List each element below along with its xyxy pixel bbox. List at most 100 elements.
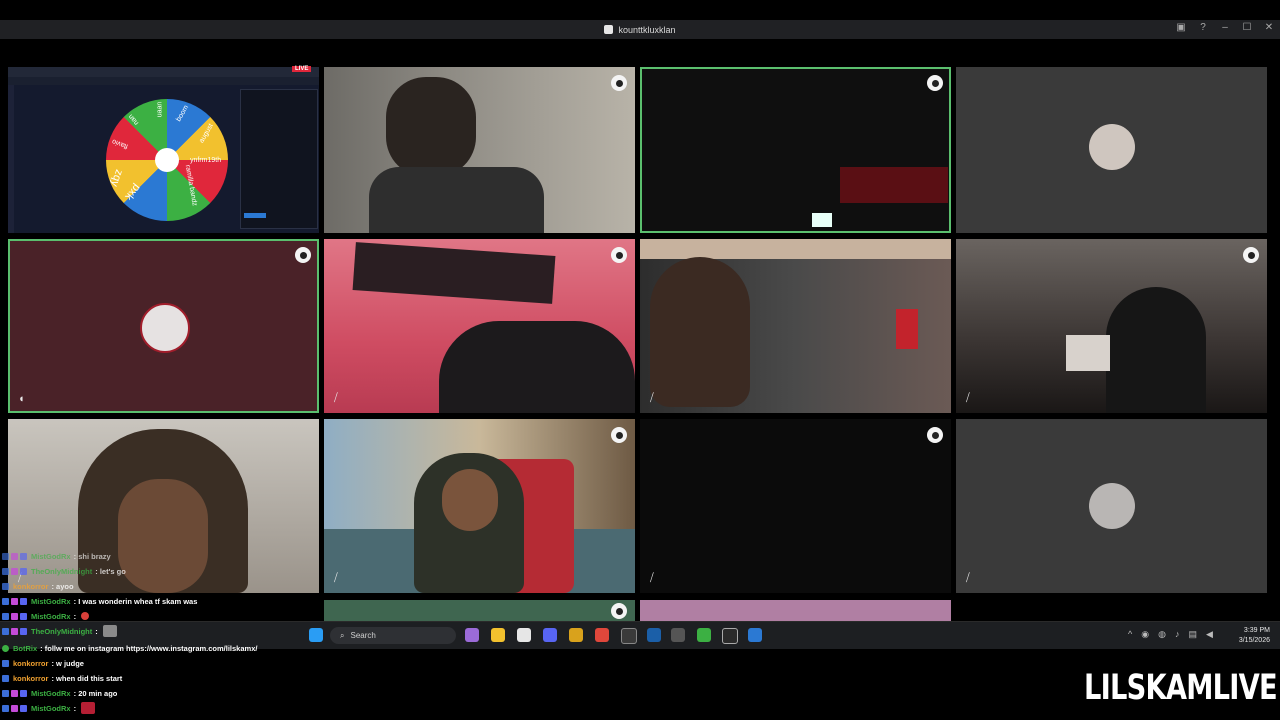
system-tray: ^ ◉ ◍ ♪ ▤ ◀ [1128, 629, 1213, 640]
minimize-button[interactable]: – [1220, 22, 1230, 33]
help-icon[interactable]: ? [1198, 22, 1208, 33]
wheel-label: uaan [156, 101, 164, 118]
volume-icon[interactable]: ◀ [1206, 629, 1213, 640]
pin-icon[interactable] [1243, 247, 1259, 263]
chat-username: konkorror [13, 581, 49, 591]
chat-message: konkorror: when did this start [2, 671, 122, 685]
discord-logo-icon [604, 25, 614, 34]
pin-icon[interactable] [611, 75, 627, 91]
obs-icon[interactable] [621, 628, 637, 644]
chat-username: MistGodRx [31, 551, 71, 561]
muted-mic-icon: ⧸ [334, 392, 338, 404]
chat-text: when did this start [56, 673, 123, 683]
maximize-button[interactable]: ☐ [1242, 22, 1252, 33]
muted-mic-icon: ⧸ [966, 572, 970, 584]
user-avatar [1089, 483, 1135, 529]
user-avatar [140, 303, 190, 353]
chat-message: MistGodRx: shi brazy [2, 549, 111, 563]
live-badge: LIVE [292, 66, 312, 72]
chat-message: TheOnlyMidnight: [2, 624, 117, 638]
tray-app-icon[interactable]: ◍ [1158, 629, 1166, 640]
chat-text: ayoo [56, 581, 74, 591]
chat-message: MistGodRx: I was wonderin whea tf skam w… [2, 594, 197, 608]
clock-time: 3:39 PM [1243, 627, 1270, 634]
close-button[interactable]: ✕ [1264, 22, 1274, 33]
chat-text: 20 min ago [78, 688, 118, 698]
video-tile-user-10[interactable]: ⧸ [324, 419, 635, 593]
mic-icon: ◖ [18, 393, 25, 405]
window-title: kounttkluxklan [0, 20, 1280, 39]
pin-icon[interactable] [927, 427, 943, 443]
chat-message: MistGodRx: [2, 701, 96, 715]
shield-icon[interactable] [569, 628, 583, 642]
video-tile-user-11[interactable]: ⧸ [640, 419, 951, 593]
chat-message: MistGodRx: [2, 609, 90, 623]
chat-message: MistGodRx: 20 min ago [2, 686, 117, 700]
brave-browser-icon[interactable] [595, 628, 609, 642]
video-tile-user-2[interactable] [324, 67, 635, 233]
clock-date: 3/15/2026 [1238, 637, 1270, 644]
chat-username: MistGodRx [31, 596, 71, 606]
video-tile-user-7[interactable]: ⧸ [640, 239, 951, 413]
chat-username: MistGodRx [31, 688, 71, 698]
video-tile-user-14[interactable] [640, 600, 951, 621]
muted-mic-icon: ⧸ [966, 392, 970, 404]
microphone-icon[interactable]: ♪ [1175, 629, 1180, 640]
video-tile-user-13[interactable] [324, 600, 635, 621]
pin-icon[interactable] [927, 75, 943, 91]
video-tile-user-5[interactable]: ◖ [8, 239, 319, 413]
chat-message: konkorror: ayoo [2, 579, 74, 593]
discord-icon[interactable] [543, 628, 557, 642]
app-icon[interactable] [671, 628, 685, 642]
tray-app-icon[interactable]: ◉ [1141, 629, 1149, 640]
video-tile-user-6[interactable]: ⧸ [324, 239, 635, 413]
video-tile-user-4[interactable] [956, 67, 1267, 233]
4k-icon[interactable] [722, 628, 738, 644]
file-explorer-icon[interactable] [491, 628, 505, 642]
steam-icon[interactable] [647, 628, 661, 642]
pin-icon[interactable] [611, 427, 627, 443]
taskbar-clock[interactable]: 3:39 PM 3/15/2026 [1230, 626, 1270, 646]
pin-icon[interactable] [611, 247, 627, 263]
muted-mic-icon: ⧸ [650, 392, 654, 404]
search-icon: ⌕ [340, 630, 345, 640]
chat-username: BotRix [13, 643, 38, 653]
video-tile-user-12[interactable]: ⧸ [956, 419, 1267, 593]
chevron-up-icon[interactable]: ^ [1128, 629, 1132, 640]
chat-text: I was wonderin whea tf skam was [78, 596, 198, 606]
windows-start-icon[interactable] [309, 628, 323, 642]
user-avatar [1089, 124, 1135, 170]
spin-wheel-center [155, 148, 179, 172]
window-title-text: kounttkluxklan [618, 24, 676, 35]
pin-icon[interactable] [611, 603, 627, 619]
video-tile-user-3[interactable] [640, 67, 951, 233]
network-icon[interactable]: ▤ [1188, 629, 1197, 640]
muted-mic-icon: ⧸ [650, 572, 654, 584]
copilot-icon[interactable] [465, 628, 479, 642]
chat-username: MistGodRx [31, 611, 71, 621]
chat-emote [81, 612, 90, 620]
chat-message: TheOnlyMidnight: let's go [2, 564, 126, 578]
chat-emote [81, 702, 96, 714]
channel-brand-watermark: LILSKAMLIVE [1084, 668, 1278, 708]
window-controls: ▣ ? – ☐ ✕ [1176, 22, 1274, 33]
video-tile-user-8[interactable]: ⧸ [956, 239, 1267, 413]
search-label: Search [350, 631, 376, 640]
muted-mic-icon: ⧸ [334, 572, 338, 584]
inbox-icon[interactable]: ▣ [1176, 22, 1186, 33]
wheel-label: ynfrm19th [190, 157, 222, 164]
pin-icon[interactable] [295, 247, 311, 263]
store-icon[interactable] [517, 628, 531, 642]
chat-message: BotRix: follw me on instagram https://ww… [2, 641, 257, 655]
chat-text: let's go [99, 566, 126, 576]
chat-emote [102, 625, 117, 637]
chat-username: MistGodRx [31, 703, 71, 713]
app-icon[interactable] [697, 628, 711, 642]
steam-icon[interactable] [748, 628, 762, 642]
taskbar-search[interactable]: ⌕ Search [330, 627, 456, 644]
chat-text: w judge [56, 658, 84, 668]
chat-username: TheOnlyMidnight [31, 566, 93, 576]
window-titlebar: kounttkluxklan ▣ ? – ☐ ✕ [0, 20, 1280, 39]
chat-username: konkorror [13, 673, 49, 683]
chat-username: TheOnlyMidnight [31, 626, 93, 636]
